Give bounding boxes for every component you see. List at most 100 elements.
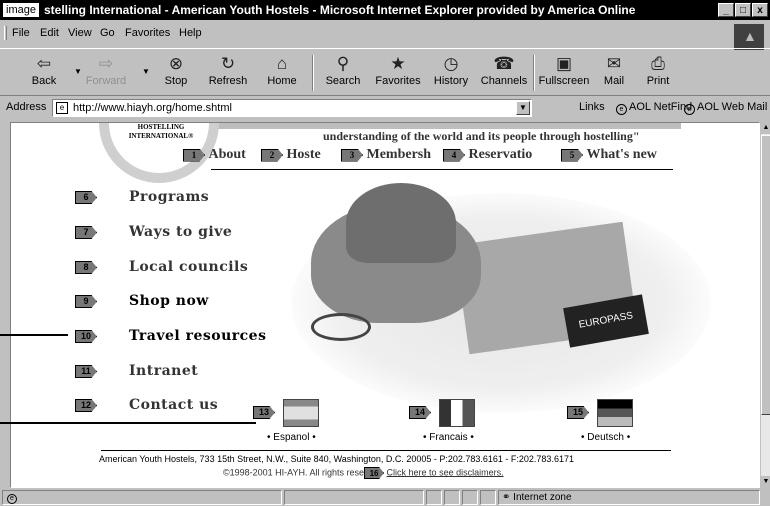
- status-cell: [284, 490, 424, 505]
- history-icon: ◷: [443, 54, 459, 73]
- window-title: stelling International - American Youth …: [44, 3, 636, 17]
- back-dropdown-icon[interactable]: ▼: [74, 67, 82, 76]
- scroll-down-icon[interactable]: ▼: [761, 476, 770, 488]
- security-zone: ⚭ Internet zone: [498, 490, 760, 505]
- favorites-icon: ★: [390, 54, 406, 73]
- stop-button[interactable]: ⊗ Stop: [158, 53, 194, 93]
- link-aol-webmail[interactable]: e AOL Web Mail: [684, 101, 767, 115]
- back-arrow-icon: ⇦: [36, 54, 52, 73]
- refresh-button[interactable]: ↻ Refresh: [205, 53, 251, 93]
- favorites-button[interactable]: ★ Favorites: [370, 53, 426, 93]
- back-button[interactable]: ⇦ Back: [24, 53, 64, 93]
- address-bar: Address e http://www.hiayh.org/home.shtm…: [0, 97, 770, 119]
- globe-icon: ⚭: [502, 492, 511, 503]
- channels-button[interactable]: ☎ Channels: [478, 53, 530, 93]
- topnav-about[interactable]: 1 About: [183, 147, 246, 163]
- search-icon: ⚲: [336, 54, 350, 73]
- address-input[interactable]: e http://www.hiayh.org/home.shtml ▼: [52, 99, 532, 117]
- scroll-up-icon[interactable]: ▲: [761, 122, 770, 134]
- print-icon: ⎙: [651, 54, 665, 73]
- web-page-content: HOSTELLING INTERNATIONAL® understanding …: [10, 122, 760, 488]
- close-button[interactable]: x: [752, 3, 768, 17]
- address-label: Address: [6, 101, 47, 113]
- menu-help[interactable]: Help: [179, 27, 202, 39]
- window-controls: _ □ x: [718, 3, 768, 17]
- menu-file[interactable]: File: [12, 27, 30, 39]
- france-flag-icon[interactable]: [439, 399, 475, 427]
- footer-copyright: ©1998-2001 HI-AYH. All rights rese 16 Cli…: [223, 467, 504, 479]
- footer-address: American Youth Hostels, 733 15th Street,…: [99, 454, 574, 464]
- topnav-hostels[interactable]: 2 Hoste: [261, 147, 321, 163]
- topnav-membership[interactable]: 3 Membersh: [341, 147, 431, 163]
- fullscreen-button[interactable]: ▣ Fullscreen: [536, 53, 592, 93]
- nav-divider: [211, 169, 673, 170]
- header-banner: [211, 123, 681, 129]
- callout-number: 1: [183, 148, 205, 162]
- toolbar-separator: [533, 55, 535, 91]
- ie-page-icon: e: [684, 104, 695, 115]
- home-button[interactable]: ⌂ Home: [262, 53, 302, 93]
- menu-grip: [4, 26, 7, 40]
- fullscreen-icon: ▣: [555, 54, 573, 73]
- menu-bar: File Edit View Go Favorites Help: [0, 22, 770, 44]
- topnav-reservations[interactable]: 4 Reservatio: [443, 147, 532, 163]
- zone-label: Internet zone: [513, 492, 572, 503]
- status-bar: e ⚭ Internet zone: [0, 489, 770, 506]
- status-cell: [480, 490, 496, 505]
- germany-flag-icon[interactable]: [597, 399, 633, 427]
- home-icon: ⌂: [276, 54, 288, 73]
- tagline: understanding of the world and its peopl…: [323, 129, 640, 143]
- hat-crown-photo: [346, 183, 456, 263]
- ie-page-icon: e: [7, 494, 17, 504]
- callout-number: 11: [75, 365, 97, 378]
- callout-number: 6: [75, 191, 97, 204]
- browser-window: image stelling International - American …: [0, 0, 770, 506]
- stop-icon: ⊗: [168, 54, 184, 73]
- sunglasses-photo: [311, 313, 371, 341]
- callout-line: [0, 422, 256, 424]
- minimize-button[interactable]: _: [718, 3, 734, 17]
- menu-edit[interactable]: Edit: [40, 27, 59, 39]
- channels-icon: ☎: [493, 54, 515, 73]
- disclaimer-link[interactable]: Click here to see disclaimers.: [387, 467, 504, 477]
- callout-number: 10: [75, 330, 97, 343]
- status-text-cell: e: [2, 490, 282, 505]
- callout-number: 12: [75, 399, 97, 412]
- menu-go[interactable]: Go: [100, 27, 115, 39]
- address-dropdown-icon[interactable]: ▼: [516, 101, 530, 115]
- mail-button[interactable]: ✉ Mail: [596, 53, 632, 93]
- callout-number: 8: [75, 261, 97, 274]
- address-url[interactable]: http://www.hiayh.org/home.shtml: [73, 102, 232, 114]
- menu-favorites[interactable]: Favorites: [125, 27, 170, 39]
- topnav-whats-new[interactable]: 5 What's new: [561, 147, 657, 163]
- title-bar: image stelling International - American …: [0, 0, 770, 20]
- footer-divider: [101, 450, 671, 451]
- print-button[interactable]: ⎙ Print: [640, 53, 676, 93]
- callout-number: 4: [443, 148, 465, 162]
- history-button[interactable]: ◷ History: [428, 53, 474, 93]
- spain-flag-icon[interactable]: [283, 399, 319, 427]
- search-button[interactable]: ⚲ Search: [320, 53, 366, 93]
- forward-dropdown-icon[interactable]: ▼: [142, 67, 150, 76]
- vertical-scrollbar[interactable]: ▲ ▼: [760, 122, 770, 488]
- mail-icon: ✉: [606, 54, 622, 73]
- forward-arrow-icon: ⇨: [98, 54, 114, 73]
- callout-number: 9: [75, 295, 97, 308]
- refresh-icon: ↻: [220, 54, 236, 73]
- scroll-thumb[interactable]: [761, 135, 770, 415]
- links-label[interactable]: Links: [579, 101, 605, 113]
- link-aol-netfind[interactable]: e AOL NetFind: [616, 101, 692, 115]
- image-tag: image: [2, 2, 40, 18]
- callout-number: 15: [567, 406, 589, 419]
- forward-button[interactable]: ⇨ Forward: [82, 53, 130, 93]
- maximize-button[interactable]: □: [735, 3, 751, 17]
- logo-text: HOSTELLING INTERNATIONAL®: [128, 123, 194, 140]
- menu-view[interactable]: View: [68, 27, 92, 39]
- callout-number: 13: [253, 406, 275, 419]
- callout-number: 7: [75, 226, 97, 239]
- callout-line: [0, 334, 68, 336]
- toolbar-separator: [312, 55, 314, 91]
- page-icon: e: [56, 102, 68, 114]
- ie-page-icon: e: [616, 104, 627, 115]
- callout-number: 14: [409, 406, 431, 419]
